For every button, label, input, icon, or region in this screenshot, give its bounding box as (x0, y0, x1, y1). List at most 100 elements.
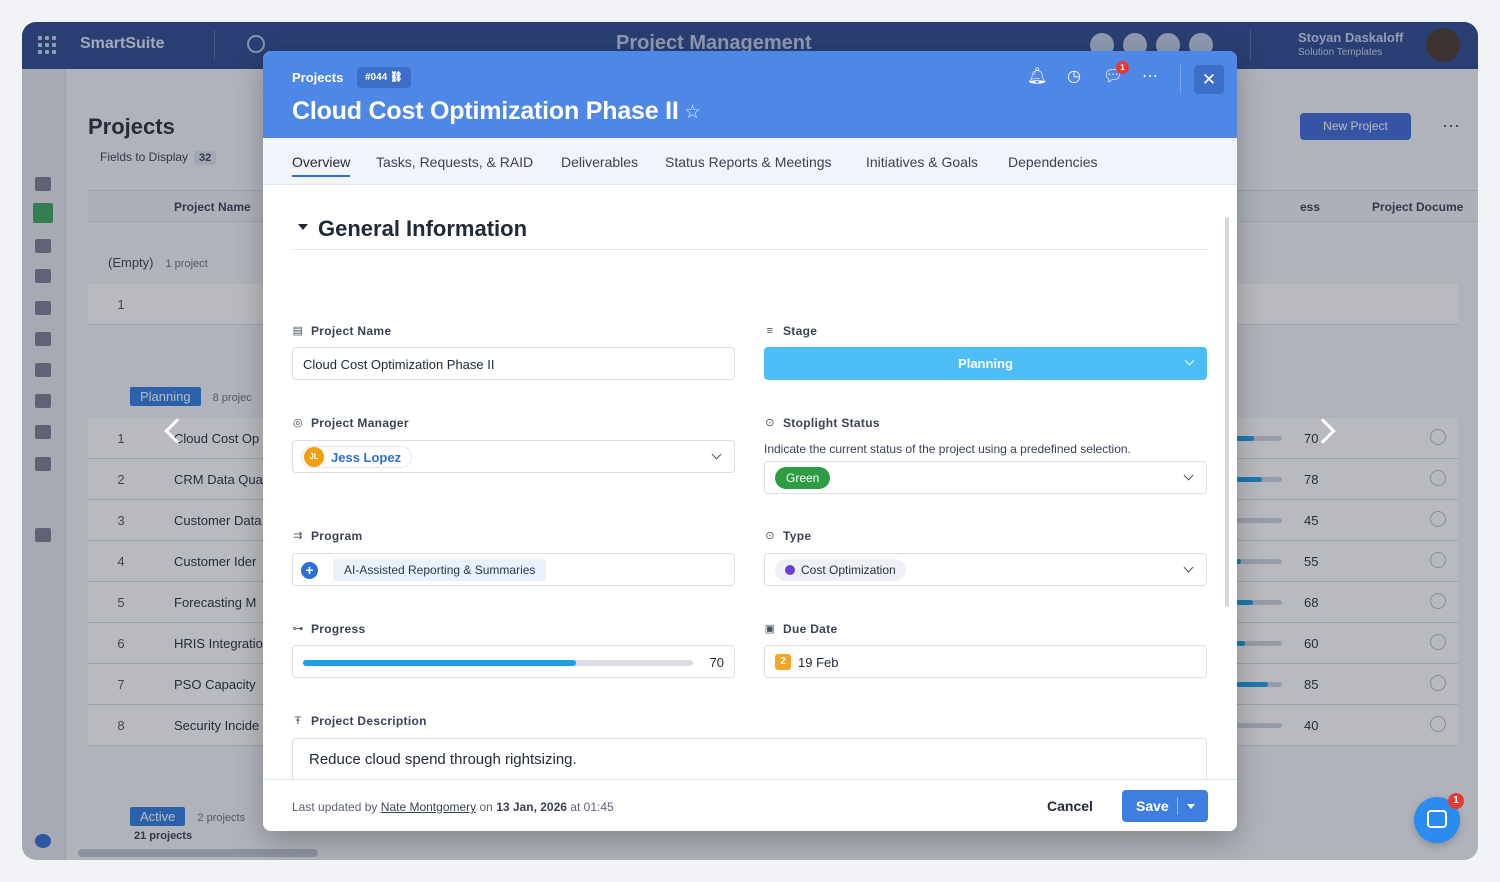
modal-scrollbar[interactable] (1225, 217, 1229, 607)
record-id: #044 (365, 72, 388, 83)
history-icon[interactable]: ◷ (1065, 68, 1083, 86)
tab-deliverables[interactable]: Deliverables (561, 154, 638, 170)
progress-field[interactable]: 70 (292, 645, 735, 678)
save-split-divider (1177, 797, 1178, 815)
link-icon: ⛓ (390, 72, 403, 83)
label-text: Project Manager (311, 416, 409, 430)
field-label-project-name: ▤ Project Name (292, 324, 391, 338)
program-chip[interactable]: AI-Assisted Reporting & Summaries (333, 559, 547, 581)
project-name-input[interactable]: Cloud Cost Optimization Phase II (292, 347, 735, 380)
last-updated-time: 01:45 (583, 800, 614, 814)
stoplight-status-select[interactable]: Green (764, 461, 1207, 494)
tab-tasks-requests-raid[interactable]: Tasks, Requests, & RAID (376, 154, 533, 170)
progress-fill (303, 660, 576, 666)
assignee-name: Jess Lopez (331, 449, 402, 465)
last-updated-user-link[interactable]: Nate Montgomery (381, 800, 476, 814)
stoplight-hint: Indicate the current status of the proje… (764, 442, 1131, 456)
type-select[interactable]: Cost Optimization (764, 553, 1207, 586)
field-label-project-description: Ŧ Project Description (292, 714, 427, 728)
stage-value: Planning (958, 356, 1013, 371)
collapse-caret-icon[interactable] (298, 224, 308, 230)
save-label: Save (1136, 798, 1169, 814)
breadcrumb[interactable]: Projects (292, 70, 343, 85)
linked-record-icon: ⇉ (293, 530, 303, 542)
label-text: Project Name (311, 324, 392, 338)
close-icon[interactable]: ✕ (1194, 65, 1224, 94)
app-window: SmartSuite Project Management Stoyan Das… (22, 22, 1478, 860)
status-field-icon: ≡ (766, 325, 774, 337)
due-date-value: 19 Feb (798, 655, 839, 670)
tab-dependencies[interactable]: Dependencies (1008, 154, 1098, 170)
modal-body: General Information ▤ Project Name Cloud … (263, 185, 1237, 779)
tab-overview[interactable]: Overview (292, 154, 351, 177)
save-options-chevron-icon[interactable] (1187, 804, 1195, 809)
type-value: Cost Optimization (801, 563, 896, 577)
save-button[interactable]: Save (1122, 790, 1208, 822)
modal-header: Projects #044 ⛓ Cloud Cost Optimization … (263, 51, 1237, 138)
label-text: Type (783, 529, 812, 543)
chat-icon (1427, 810, 1447, 828)
add-link-icon[interactable]: + (301, 562, 318, 579)
progress-bar[interactable] (303, 660, 693, 666)
modal-footer: Last updated by Nate Montgomery on 13 Ja… (263, 779, 1237, 831)
field-label-stage: ≡ Stage (764, 324, 817, 338)
header-divider (1180, 65, 1181, 93)
due-date-field[interactable]: 2 19 Feb (764, 645, 1207, 678)
field-label-type: ⊙ Type (764, 529, 811, 543)
comments-icon[interactable]: 💬︎ 1 (1103, 61, 1129, 86)
chat-support-button[interactable]: 1 (1414, 793, 1464, 843)
section-title[interactable]: General Information (318, 216, 527, 242)
chevron-down-icon (1183, 562, 1194, 573)
field-label-progress: ⊶ Progress (292, 622, 365, 636)
chat-badge: 1 (1448, 793, 1464, 809)
stage-select[interactable]: Planning (764, 347, 1207, 380)
tab-status-reports-meetings[interactable]: Status Reports & Meetings (665, 154, 832, 170)
field-label-program: ⇉ Program (292, 529, 362, 543)
star-icon[interactable]: ☆ (684, 101, 701, 124)
label-text: Stage (783, 324, 818, 338)
tab-initiatives-goals[interactable]: Initiatives & Goals (866, 154, 978, 170)
at-text: at (570, 800, 581, 814)
record-id-badge[interactable]: #044 ⛓ (357, 67, 411, 88)
chevron-down-icon (1183, 470, 1194, 481)
record-title[interactable]: Cloud Cost Optimization Phase II (292, 97, 679, 126)
field-label-stoplight-status: ⊙ Stoplight Status (764, 416, 880, 430)
cancel-button[interactable]: Cancel (1047, 798, 1093, 814)
bell-icon[interactable]: 🔔︎ (1027, 68, 1047, 86)
section-divider (292, 249, 1207, 250)
label-text: Program (311, 529, 363, 543)
record-tabs: Overview Tasks, Requests, & RAID Deliver… (263, 138, 1237, 185)
assignee-chip[interactable]: JL Jess Lopez (301, 446, 413, 468)
calendar-icon: ▣ (764, 623, 776, 635)
avatar: JL (304, 447, 324, 467)
last-updated-date: 13 Jan, 2026 (496, 800, 567, 814)
single-select-icon: ⊙ (765, 530, 775, 542)
header-actions: 🔔︎ ◷ 💬︎ 1 ⋯ (1027, 61, 1159, 86)
description-value: Reduce cloud spend through rightsizing. (309, 751, 577, 768)
by-text: by (364, 800, 378, 814)
project-description-textarea[interactable]: Reduce cloud spend through rightsizing. (292, 738, 1207, 779)
more-icon[interactable]: ⋯ (1141, 68, 1159, 86)
record-modal: Projects #044 ⛓ Cloud Cost Optimization … (263, 51, 1237, 831)
due-date-badge: 2 (775, 654, 791, 670)
comment-count-badge: 1 (1116, 61, 1129, 74)
type-chip: Cost Optimization (775, 559, 906, 581)
progress-field-icon: ⊶ (292, 623, 304, 635)
last-updated-prefix: Last updated (292, 800, 362, 814)
type-color-dot (785, 565, 795, 575)
text-field-icon: ▤ (292, 325, 304, 337)
text-area-icon: Ŧ (294, 715, 302, 727)
last-updated-info: Last updated by Nate Montgomery on 13 Ja… (292, 800, 614, 814)
project-manager-select[interactable]: JL Jess Lopez (292, 440, 735, 473)
project-name-value: Cloud Cost Optimization Phase II (303, 357, 495, 372)
label-text: Stoplight Status (783, 416, 880, 430)
field-label-due-date: ▣ Due Date (764, 622, 837, 636)
field-label-project-manager: ◎ Project Manager (292, 416, 409, 430)
chevron-down-icon (711, 449, 722, 460)
stoplight-value: Green (775, 467, 831, 489)
program-linked-field[interactable]: + AI-Assisted Reporting & Summaries (292, 553, 735, 586)
label-text: Project Description (311, 714, 427, 728)
label-text: Progress (311, 622, 366, 636)
progress-value: 70 (709, 655, 724, 670)
user-field-icon: ◎ (293, 417, 303, 429)
